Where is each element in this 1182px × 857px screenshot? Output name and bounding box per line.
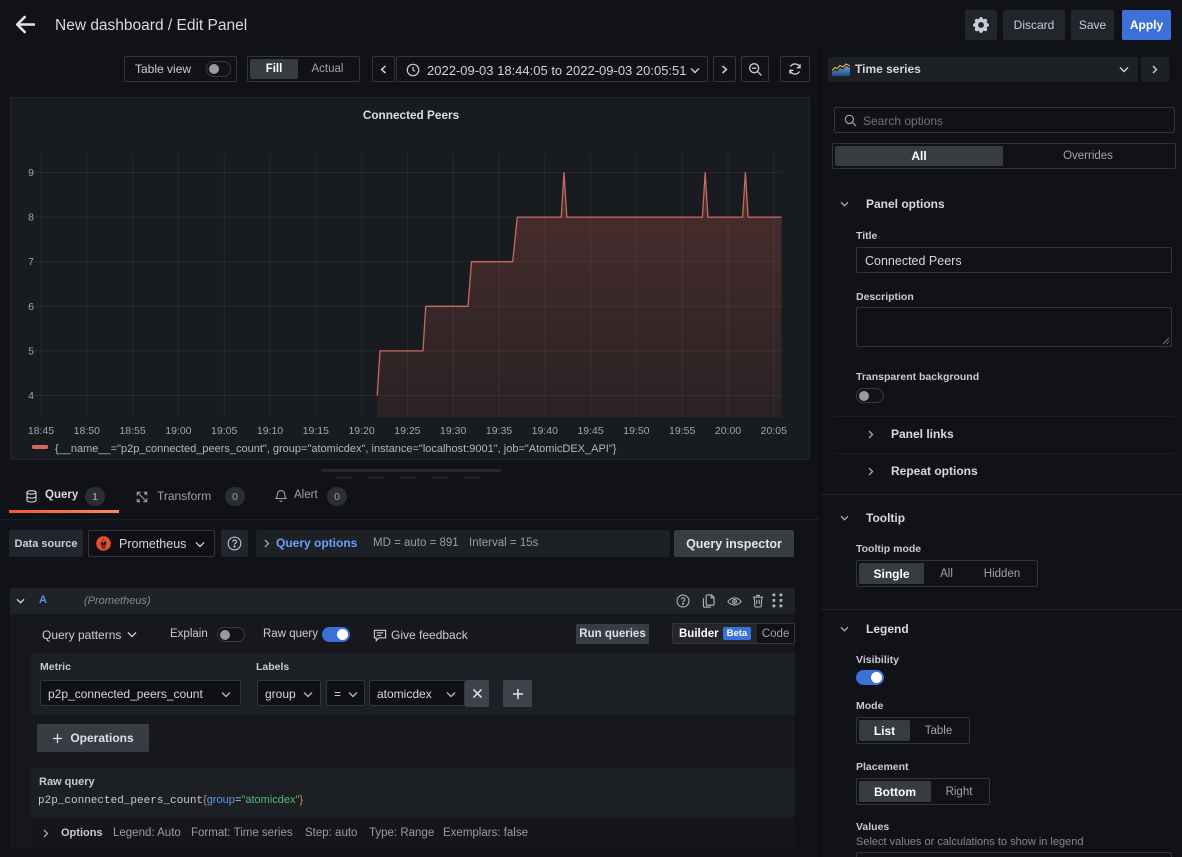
svg-text:19:40: 19:40 [532,425,558,437]
svg-text:Connected Peers: Connected Peers [363,108,460,122]
svg-text:20:05: 20:05 [761,425,787,437]
svg-text:19:20: 19:20 [348,425,374,437]
svg-text:19:55: 19:55 [669,425,695,437]
svg-text:19:25: 19:25 [394,425,420,437]
svg-text:9: 9 [28,167,34,179]
svg-text:20:00: 20:00 [715,425,741,437]
svg-text:7: 7 [28,256,34,268]
svg-text:18:50: 18:50 [74,425,100,437]
svg-text:19:05: 19:05 [211,425,237,437]
svg-text:19:30: 19:30 [440,425,466,437]
svg-text:4: 4 [28,390,34,402]
svg-text:19:35: 19:35 [486,425,512,437]
svg-text:19:15: 19:15 [303,425,329,437]
svg-text:19:45: 19:45 [577,425,603,437]
svg-text:19:10: 19:10 [257,425,283,437]
svg-text:18:55: 18:55 [119,425,145,437]
svg-text:{__name__="p2p_connected_peers: {__name__="p2p_connected_peers_count", g… [55,443,617,455]
svg-text:18:45: 18:45 [28,425,54,437]
svg-text:5: 5 [28,345,34,357]
svg-text:6: 6 [28,301,34,313]
svg-text:8: 8 [28,212,34,224]
svg-text:19:50: 19:50 [623,425,649,437]
svg-text:19:00: 19:00 [165,425,191,437]
